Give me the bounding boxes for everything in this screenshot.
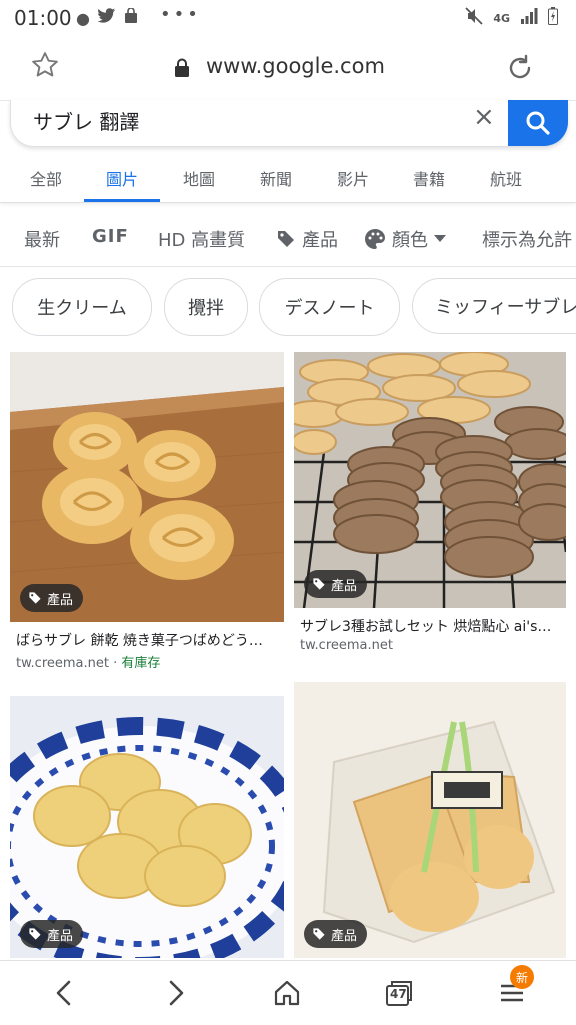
tab-flights[interactable]: 航班 <box>490 166 522 190</box>
stock-status: 有庫存 <box>121 656 161 671</box>
image-result[interactable]: 產品 <box>10 696 284 958</box>
active-tab-indicator <box>84 199 160 202</box>
filter-color[interactable]: 顏色 <box>364 226 446 252</box>
tag-icon <box>29 592 41 604</box>
product-badge: 產品 <box>20 920 84 948</box>
result-thumbnail[interactable]: 產品 <box>10 696 284 958</box>
more-notifications-icon: ••• <box>160 4 201 25</box>
tabs-button[interactable]: 47 <box>381 975 417 1011</box>
result-thumbnail[interactable]: 產品 <box>294 682 566 958</box>
tab-maps[interactable]: 地圖 <box>183 166 215 190</box>
filter-product-label: 產品 <box>302 230 338 251</box>
lock-icon <box>175 58 189 77</box>
tag-icon <box>313 578 325 590</box>
image-result[interactable]: 產品 <box>294 682 566 958</box>
browser-bottom-nav: 47 新 <box>0 960 576 1025</box>
search-button[interactable] <box>508 100 568 146</box>
search-tabs: 全部 圖片 地圖 新聞 影片 書籍 航班 <box>0 150 576 203</box>
rose-cookies-image <box>10 352 284 622</box>
badge-label: 產品 <box>47 592 74 608</box>
source-domain: tw.creema.net <box>16 656 109 671</box>
twitter-icon <box>97 8 116 29</box>
butter-cookies-plate-image <box>10 696 284 958</box>
browser-url-bar: www.google.com <box>0 36 576 101</box>
chip-related-search[interactable]: 攪拌 <box>164 278 248 336</box>
back-button[interactable] <box>46 975 82 1011</box>
app-notification-icon: ● <box>76 8 90 28</box>
filter-hd[interactable]: HD 高畫質 <box>158 226 245 252</box>
tag-icon <box>29 928 41 940</box>
reload-icon[interactable] <box>504 52 536 84</box>
image-result[interactable]: 產品 サブレ3種お試しセット 烘焙點心 ai's… tw.creema.net <box>294 352 566 662</box>
chip-related-search[interactable]: ミッフィーサブレ <box>412 278 576 334</box>
signal-icon <box>520 8 538 28</box>
result-title[interactable]: サブレ3種お試しセット 烘焙點心 ai's… <box>300 616 562 636</box>
tag-icon <box>313 928 325 940</box>
mute-icon <box>465 7 483 29</box>
product-badge: 產品 <box>304 570 368 598</box>
dropdown-arrow-icon <box>434 235 446 242</box>
product-badge: 產品 <box>304 920 368 948</box>
forward-button[interactable] <box>158 975 194 1011</box>
clear-search-icon[interactable]: × <box>473 102 495 132</box>
result-title[interactable]: ばらサブレ 餅乾 焼き菓子つばめどう… <box>16 630 280 650</box>
new-badge: 新 <box>510 965 534 989</box>
badge-label: 產品 <box>331 928 358 944</box>
filter-product[interactable]: 產品 <box>276 226 338 252</box>
result-thumbnail[interactable]: 產品 <box>294 352 566 608</box>
url-text[interactable]: www.google.com <box>206 54 385 78</box>
search-box[interactable]: サブレ 翻譯 × <box>10 100 568 147</box>
filter-license[interactable]: 標示為允許 <box>482 226 572 252</box>
battery-icon <box>548 7 558 29</box>
product-badge: 產品 <box>20 584 84 612</box>
bookmark-star-icon[interactable] <box>30 50 60 80</box>
status-bar: 01:00 ● ••• 4G <box>0 0 576 36</box>
chevron-right-icon <box>169 980 184 1006</box>
search-query[interactable]: サブレ 翻譯 <box>33 106 139 135</box>
shopping-bag-icon <box>124 7 138 29</box>
search-icon <box>526 111 550 135</box>
result-source: tw.creema.net · 有庫存 <box>16 656 161 671</box>
tab-images[interactable]: 圖片 <box>106 166 138 190</box>
tab-all[interactable]: 全部 <box>30 166 62 190</box>
image-result[interactable]: 產品 ばらサブレ 餅乾 焼き菓子つばめどう… tw.creema.net · 有… <box>10 352 284 672</box>
status-right-icons: 4G <box>465 7 558 29</box>
chip-related-search[interactable]: 生クリーム <box>12 278 152 336</box>
home-icon <box>274 980 300 1006</box>
wrapped-cookie-gift-image <box>294 682 566 958</box>
network-type: 4G <box>493 11 510 25</box>
chip-related-search[interactable]: デスノート <box>259 278 400 336</box>
palette-icon <box>365 229 385 249</box>
result-source: tw.creema.net <box>300 638 393 653</box>
badge-label: 產品 <box>47 928 74 944</box>
result-thumbnail[interactable]: 產品 <box>10 352 284 622</box>
notification-icons: ● <box>76 7 138 29</box>
filter-gif[interactable]: GIF <box>92 226 129 247</box>
tag-icon <box>278 231 294 247</box>
home-button[interactable] <box>269 975 305 1011</box>
tab-news[interactable]: 新聞 <box>260 166 292 190</box>
status-time: 01:00 <box>14 6 72 30</box>
tab-videos[interactable]: 影片 <box>337 166 369 190</box>
chevron-left-icon <box>56 980 71 1006</box>
related-search-chips: 生クリーム 攪拌 デスノート ミッフィーサブレ <box>0 278 576 338</box>
tab-count: 47 <box>390 987 407 1001</box>
tab-books[interactable]: 書籍 <box>413 166 445 190</box>
filter-latest[interactable]: 最新 <box>24 226 60 252</box>
badge-label: 產品 <box>331 578 358 594</box>
image-filter-bar: 最新 GIF HD 高畫質 產品 顏色 標示為允許 <box>0 206 576 267</box>
filter-color-label: 顏色 <box>392 230 428 251</box>
